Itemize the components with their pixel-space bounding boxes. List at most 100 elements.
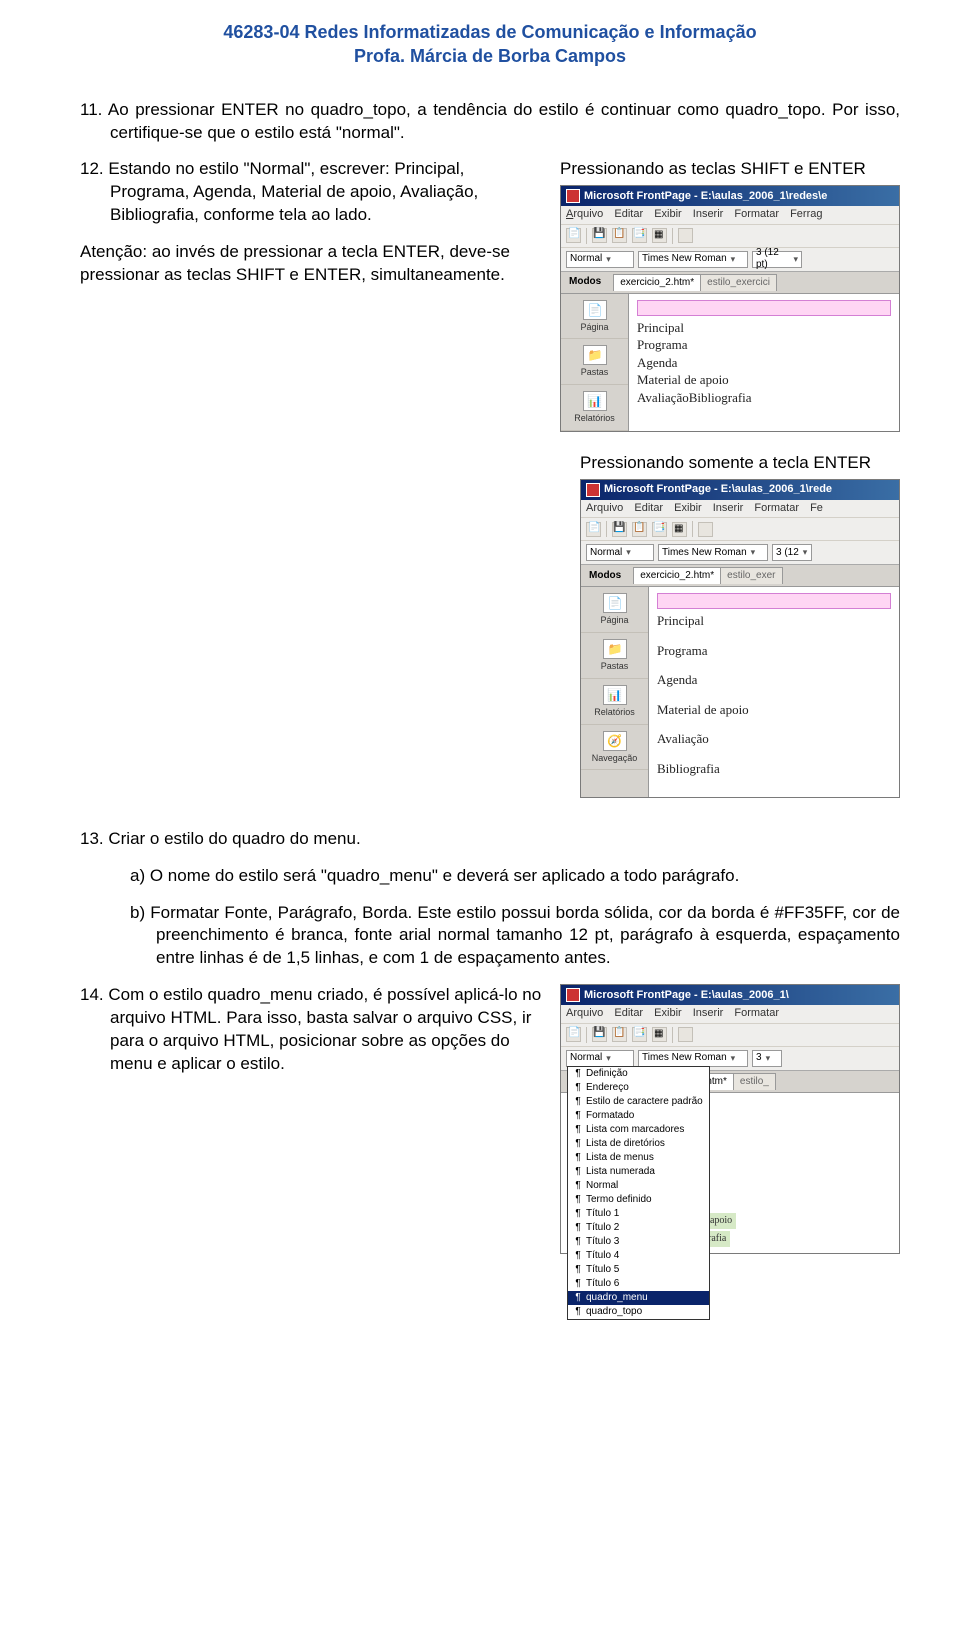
- menu-formatar[interactable]: Formatar: [734, 208, 779, 220]
- side-relatorios[interactable]: Relatórios: [561, 385, 628, 431]
- side-navegacao[interactable]: Navegação: [581, 725, 648, 771]
- style-list-item[interactable]: ¶Lista numerada: [568, 1165, 709, 1179]
- menu-inserir[interactable]: Inserir: [693, 1007, 724, 1019]
- menu-formatar[interactable]: Formatar: [734, 1007, 779, 1019]
- more-icon[interactable]: [698, 522, 713, 537]
- style-list-item[interactable]: ¶Definição: [568, 1067, 709, 1081]
- style-list-item[interactable]: ¶Lista com marcadores: [568, 1123, 709, 1137]
- style-list-item[interactable]: ¶Título 4: [568, 1249, 709, 1263]
- menu-formatar[interactable]: Formatar: [754, 502, 799, 514]
- content-c: e apoio grafia: [691, 1093, 899, 1253]
- style-list-item[interactable]: ¶Lista de diretórios: [568, 1137, 709, 1151]
- menu-ferrag[interactable]: Ferrag: [790, 208, 822, 220]
- copy-icon[interactable]: [632, 522, 647, 537]
- content-line: Bibliografia: [657, 761, 891, 777]
- new-doc-icon[interactable]: [566, 1027, 581, 1042]
- style-list-item[interactable]: ¶Lista de menus: [568, 1151, 709, 1165]
- menu-arquivo[interactable]: Arquivo: [586, 502, 623, 514]
- more-icon[interactable]: [678, 228, 693, 243]
- font-dropdown[interactable]: Times New Roman: [658, 544, 768, 561]
- menu-editar[interactable]: Editar: [614, 1007, 643, 1019]
- side-pastas[interactable]: Pastas: [561, 339, 628, 385]
- menu-exibir[interactable]: Exibir: [654, 208, 682, 220]
- table-icon[interactable]: [652, 228, 667, 243]
- side-relatorios[interactable]: Relatórios: [581, 679, 648, 725]
- menu-inserir[interactable]: Inserir: [693, 208, 724, 220]
- save-icon[interactable]: [592, 1027, 607, 1042]
- style-list-item[interactable]: ¶Título 2: [568, 1221, 709, 1235]
- menu-editar[interactable]: Editar: [634, 502, 663, 514]
- copy-icon[interactable]: [612, 1027, 627, 1042]
- style-list-item[interactable]: ¶Título 3: [568, 1235, 709, 1249]
- font-dropdown[interactable]: Times New Roman: [638, 251, 748, 268]
- separator: [672, 1027, 673, 1043]
- content-line: Avaliação: [657, 731, 891, 747]
- side-pagina[interactable]: Página: [561, 294, 628, 340]
- modos-bar-b: Modos exercicio_2.htm* estilo_exer: [581, 565, 899, 587]
- titlebar-c: Microsoft FrontPage - E:\aulas_2006_1\: [561, 985, 899, 1005]
- menu-arquivo[interactable]: Arquivo: [566, 1007, 603, 1019]
- side-pastas[interactable]: Pastas: [581, 633, 648, 679]
- style-list-item[interactable]: ¶Endereço: [568, 1081, 709, 1095]
- menu-fe[interactable]: Fe: [810, 502, 823, 514]
- size-dropdown[interactable]: 3: [752, 1050, 782, 1067]
- item-14-row: 14. Com o estilo quadro_menu criado, é p…: [80, 984, 900, 1253]
- frontpage-icon: [566, 189, 580, 203]
- separator: [672, 228, 673, 244]
- fp-body-a: Página Pastas Relatórios Principal Progr…: [561, 294, 899, 431]
- paragraph-12: 12. Estando no estilo "Normal", escrever…: [80, 158, 542, 227]
- tab-active[interactable]: exercicio_2.htm*: [613, 274, 701, 291]
- save-icon[interactable]: [592, 228, 607, 243]
- style-list-item[interactable]: ¶quadro_menu: [568, 1291, 709, 1305]
- sidebar-b: Página Pastas Relatórios Navegação: [581, 587, 649, 797]
- content-line: Principal: [657, 613, 891, 629]
- document-header: 46283-04 Redes Informatizadas de Comunic…: [80, 20, 900, 69]
- table-icon[interactable]: [652, 1027, 667, 1042]
- menu-exibir[interactable]: Exibir: [654, 1007, 682, 1019]
- paste-icon[interactable]: [652, 522, 667, 537]
- titlebar-text-a: Microsoft FrontPage - E:\aulas_2006_1\re…: [584, 190, 827, 203]
- style-dropdown-expanded[interactable]: Normal ¶Definição¶Endereço¶Estilo de car…: [566, 1050, 634, 1067]
- style-list-item[interactable]: ¶Termo definido: [568, 1193, 709, 1207]
- tab-inactive[interactable]: estilo_exer: [720, 567, 782, 584]
- style-list-item[interactable]: ¶Título 5: [568, 1263, 709, 1277]
- frontpage-window-a: Microsoft FrontPage - E:\aulas_2006_1\re…: [560, 185, 900, 432]
- paste-icon[interactable]: [632, 1027, 647, 1042]
- style-list-item[interactable]: ¶Título 6: [568, 1277, 709, 1291]
- menu-exibir[interactable]: Exibir: [674, 502, 702, 514]
- content-line: Material de apoio: [657, 702, 891, 718]
- fp-body-b: Página Pastas Relatórios Navegação Princ…: [581, 587, 899, 797]
- side-pagina[interactable]: Página: [581, 587, 648, 633]
- pink-box: [657, 593, 891, 609]
- size-dropdown[interactable]: 3 (12: [772, 544, 812, 561]
- style-dropdown[interactable]: Normal: [586, 544, 654, 561]
- paragraph-13a: a) O nome do estilo será "quadro_menu" e…: [130, 865, 900, 888]
- style-list-item[interactable]: ¶quadro_topo: [568, 1305, 709, 1319]
- style-list-item[interactable]: ¶Título 1: [568, 1207, 709, 1221]
- save-icon[interactable]: [612, 522, 627, 537]
- frontpage-icon: [586, 483, 600, 497]
- tab-active[interactable]: exercicio_2.htm*: [633, 567, 721, 584]
- style-list-item[interactable]: ¶Formatado: [568, 1109, 709, 1123]
- caption-shift-enter: Pressionando as teclas SHIFT e ENTER: [560, 158, 866, 181]
- new-doc-icon[interactable]: [586, 522, 601, 537]
- new-doc-icon[interactable]: [566, 228, 581, 243]
- style-list-item[interactable]: ¶Normal: [568, 1179, 709, 1193]
- more-icon[interactable]: [678, 1027, 693, 1042]
- size-dropdown[interactable]: 3 (12 pt): [752, 251, 802, 268]
- content-a: Principal Programa Agenda Material de ap…: [629, 294, 899, 431]
- menu-arquivo[interactable]: AArquivorquivo: [566, 208, 603, 220]
- style-dropdown-list[interactable]: ¶Definição¶Endereço¶Estilo de caractere …: [567, 1066, 710, 1320]
- font-dropdown[interactable]: Times New Roman: [638, 1050, 748, 1067]
- menu-editar[interactable]: Editar: [614, 208, 643, 220]
- tab-inactive[interactable]: estilo_: [733, 1073, 776, 1090]
- table-icon[interactable]: [672, 522, 687, 537]
- style-list-item[interactable]: ¶Estilo de caractere padrão: [568, 1095, 709, 1109]
- frontpage-window-c: Microsoft FrontPage - E:\aulas_2006_1\ A…: [560, 984, 900, 1253]
- relatorios-icon: [583, 391, 607, 411]
- style-dropdown[interactable]: Normal: [566, 251, 634, 268]
- paste-icon[interactable]: [632, 228, 647, 243]
- copy-icon[interactable]: [612, 228, 627, 243]
- menu-inserir[interactable]: Inserir: [713, 502, 744, 514]
- tab-inactive[interactable]: estilo_exercici: [700, 274, 777, 291]
